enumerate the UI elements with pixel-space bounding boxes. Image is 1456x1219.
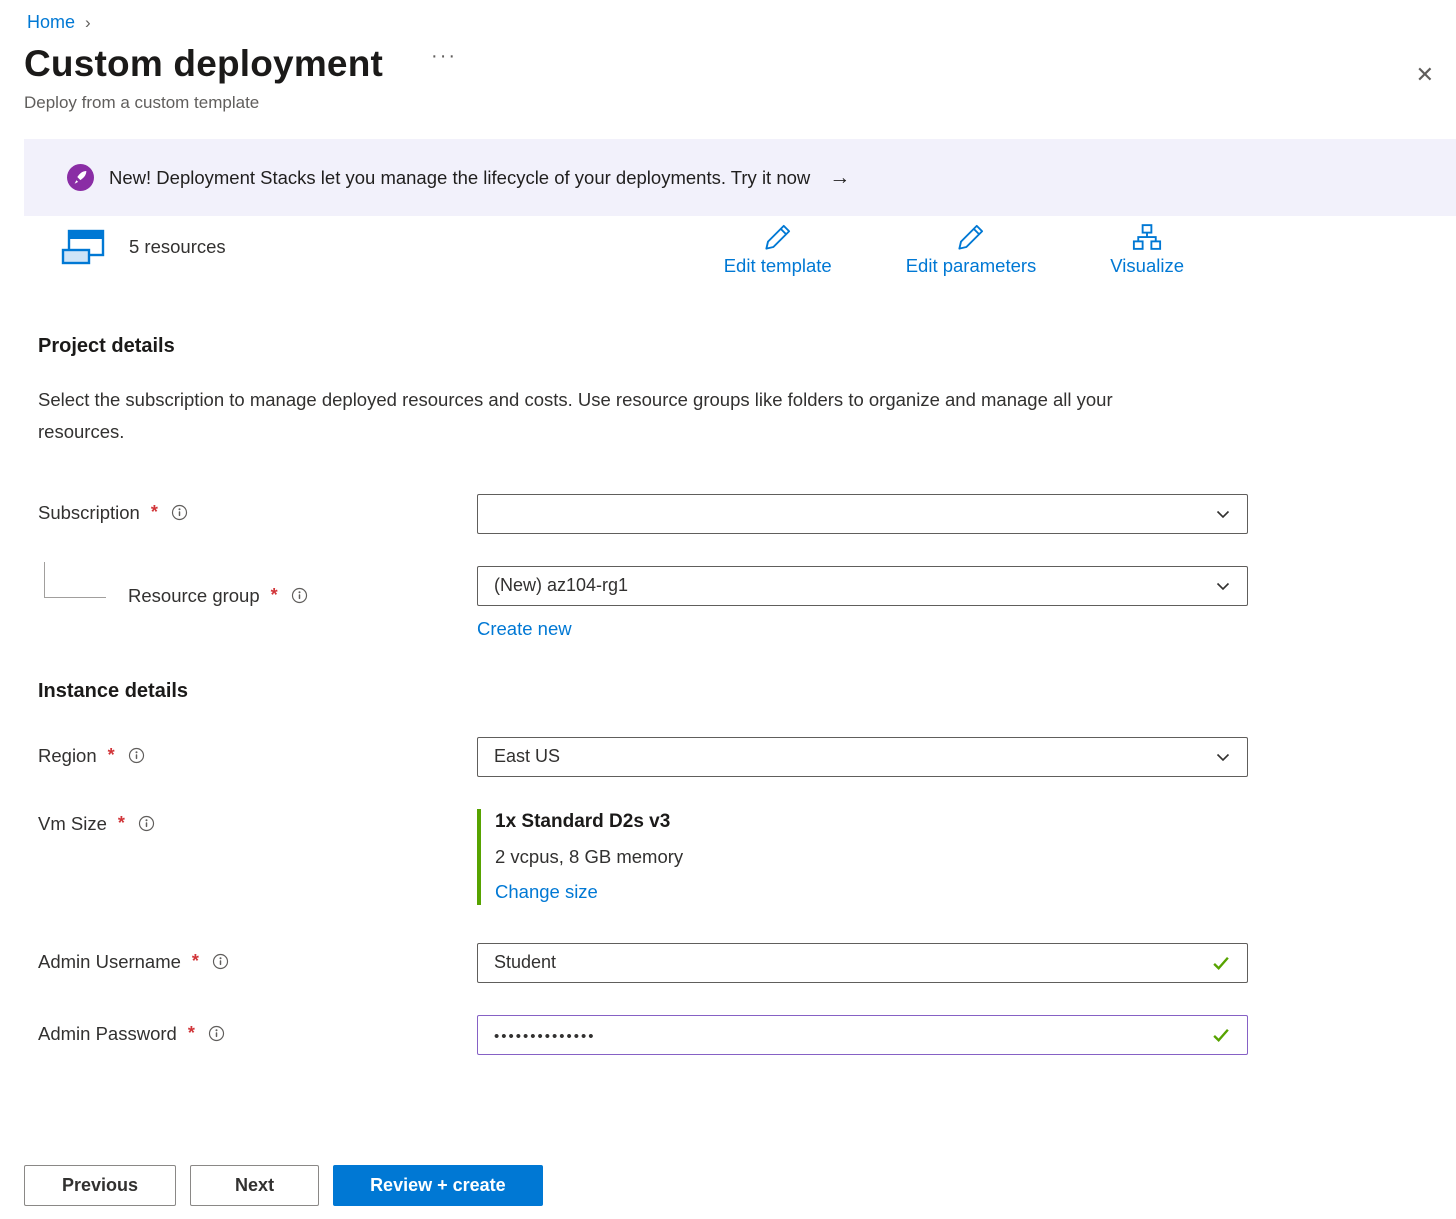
visualize-label: Visualize: [1110, 255, 1184, 277]
chevron-right-icon: ›: [85, 13, 91, 33]
visualize-button[interactable]: Visualize: [1110, 222, 1184, 277]
info-icon[interactable]: [171, 504, 188, 521]
pencil-icon: [956, 222, 986, 252]
create-new-link[interactable]: Create new: [477, 618, 572, 640]
template-summary: 5 resources: [60, 228, 226, 266]
project-details-form: Subscription * Resource group: [38, 494, 1456, 640]
vm-size-specs: 2 vcpus, 8 GB memory: [495, 846, 1248, 868]
info-icon[interactable]: [128, 747, 145, 764]
region-select[interactable]: East US: [477, 737, 1248, 777]
required-asterisk: *: [192, 951, 199, 972]
chevron-down-icon: [1215, 506, 1231, 522]
required-asterisk: *: [108, 745, 115, 766]
template-actions: Edit template Edit parameters: [724, 222, 1184, 277]
vm-size-summary: 1x Standard D2s v3 2 vcpus, 8 GB memory …: [477, 809, 1248, 905]
admin-username-row: Admin Username * Student: [38, 943, 1456, 983]
next-button[interactable]: Next: [190, 1165, 319, 1206]
notification-banner[interactable]: New! Deployment Stacks let you manage th…: [24, 139, 1456, 216]
admin-username-input[interactable]: Student: [477, 943, 1248, 983]
project-details-description: Select the subscription to manage deploy…: [38, 384, 1193, 448]
resource-group-value: (New) az104-rg1: [494, 575, 628, 596]
region-label: Region: [38, 745, 97, 767]
page-subtitle: Deploy from a custom template: [24, 93, 1456, 113]
info-icon[interactable]: [291, 587, 308, 604]
template-summary-bar: 5 resources Edit template: [60, 222, 1456, 277]
admin-password-value: ••••••••••••••: [494, 1024, 596, 1045]
chevron-down-icon: [1215, 749, 1231, 765]
pencil-icon: [763, 222, 793, 252]
resource-group-label: Resource group: [128, 585, 260, 607]
subscription-row: Subscription *: [38, 494, 1456, 534]
edit-template-button[interactable]: Edit template: [724, 222, 832, 277]
subscription-label: Subscription: [38, 502, 140, 524]
required-asterisk: *: [151, 502, 158, 523]
valid-check-icon: [1211, 953, 1231, 973]
resources-count: 5 resources: [129, 236, 226, 258]
required-asterisk: *: [118, 813, 125, 834]
region-row: Region * East US: [38, 737, 1456, 777]
admin-password-row: Admin Password * ••••••••••••••: [38, 1015, 1456, 1055]
change-size-link[interactable]: Change size: [495, 881, 598, 903]
region-value: East US: [494, 746, 560, 767]
chevron-down-icon: [1215, 578, 1231, 594]
rocket-icon: [67, 164, 94, 191]
footer-actions: Previous Next Review + create: [24, 1165, 543, 1206]
admin-password-input[interactable]: ••••••••••••••: [477, 1015, 1248, 1055]
custom-deployment-page: Home › Custom deployment ··· ✕ Deploy fr…: [0, 0, 1456, 1219]
close-icon[interactable]: ✕: [1416, 64, 1434, 86]
admin-username-value: Student: [494, 952, 556, 973]
instance-details-form: Region * East US Vm Size *: [38, 737, 1456, 1055]
more-options-button[interactable]: ···: [431, 45, 457, 68]
info-icon[interactable]: [208, 1025, 225, 1042]
arrow-right-icon: →: [829, 166, 850, 190]
admin-username-label: Admin Username: [38, 951, 181, 973]
tree-connector: [44, 562, 106, 598]
vm-size-title: 1x Standard D2s v3: [495, 811, 1248, 833]
sitemap-icon: [1132, 222, 1162, 252]
project-details-heading: Project details: [38, 335, 1456, 358]
page-title: Custom deployment: [24, 43, 383, 85]
breadcrumb-home-link[interactable]: Home: [27, 12, 75, 33]
instance-details-heading: Instance details: [38, 680, 1456, 703]
info-icon[interactable]: [138, 815, 155, 832]
required-asterisk: *: [188, 1023, 195, 1044]
valid-check-icon: [1211, 1025, 1231, 1045]
vm-size-row: Vm Size * 1x Standard D2s v3 2 vcpus, 8 …: [38, 809, 1456, 905]
banner-message: New! Deployment Stacks let you manage th…: [109, 167, 810, 189]
resource-group-select[interactable]: (New) az104-rg1: [477, 566, 1248, 606]
header: Custom deployment ···: [24, 43, 1456, 85]
resource-group-row: Resource group * (New) az104-rg1 Create …: [38, 566, 1456, 640]
subscription-select[interactable]: [477, 494, 1248, 534]
edit-parameters-button[interactable]: Edit parameters: [906, 222, 1037, 277]
breadcrumb: Home ›: [0, 0, 1456, 33]
admin-password-label: Admin Password: [38, 1023, 177, 1045]
edit-template-label: Edit template: [724, 255, 832, 277]
info-icon[interactable]: [212, 953, 229, 970]
vm-size-label: Vm Size: [38, 813, 107, 835]
template-icon: [60, 228, 107, 266]
review-create-button[interactable]: Review + create: [333, 1165, 543, 1206]
required-asterisk: *: [271, 585, 278, 606]
previous-button[interactable]: Previous: [24, 1165, 176, 1206]
edit-parameters-label: Edit parameters: [906, 255, 1037, 277]
